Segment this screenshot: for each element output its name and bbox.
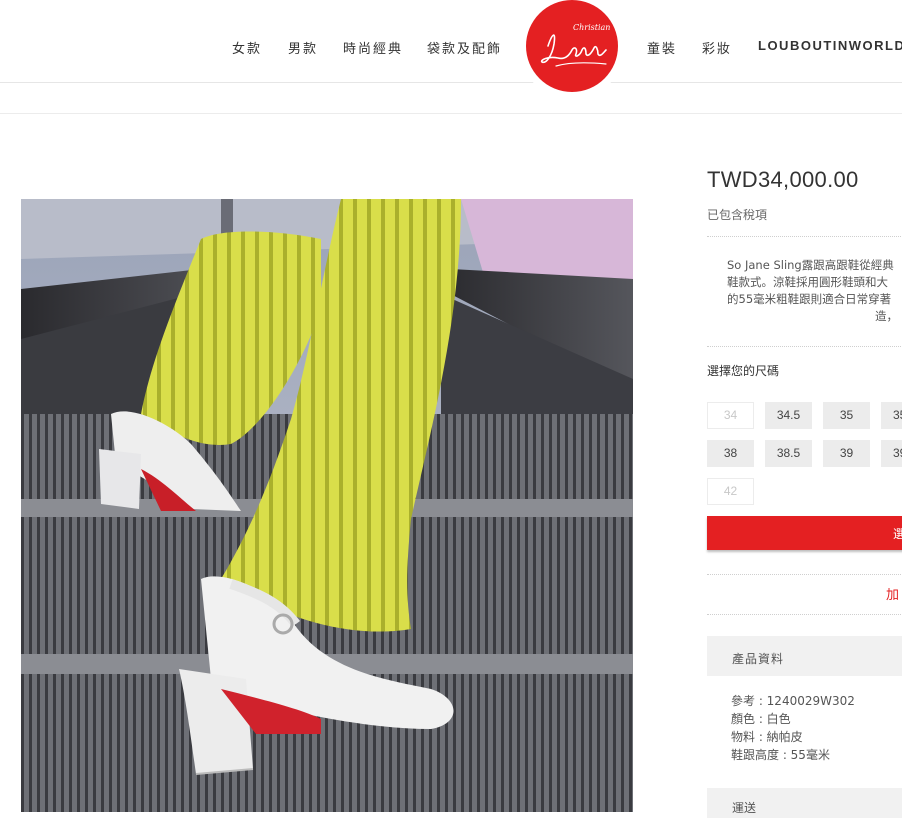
logo-top-text: Christian: [573, 23, 610, 32]
select-size-button[interactable]: 選: [707, 516, 902, 550]
product-color: 顏色 : 白色: [731, 712, 791, 726]
nav-women[interactable]: 女款: [232, 38, 262, 57]
shipping-title: 運送: [732, 801, 757, 815]
add-to-wishlist-link[interactable]: 加: [886, 584, 900, 603]
product-info-title: 產品資料: [732, 652, 785, 666]
product-material: 物料 : 納帕皮: [731, 730, 803, 744]
size-option-35[interactable]: 35: [823, 402, 870, 429]
divider: [707, 574, 902, 575]
size-option-34[interactable]: 34: [707, 402, 754, 429]
size-option-39[interactable]: 39: [823, 440, 870, 467]
size-option-39-5[interactable]: 39: [881, 440, 902, 467]
nav-louboutinworld[interactable]: LOUBOUTINWORLD: [758, 38, 902, 53]
select-size-label: 選: [893, 527, 902, 541]
site-header: 女款 男款 時尚經典 袋款及配飾 童裝 彩妝 LOUBOUTINWORLD: [0, 0, 902, 83]
header-divider: [0, 113, 902, 114]
nav-men[interactable]: 男款: [288, 38, 318, 57]
divider: [707, 236, 902, 237]
product-description: So Jane Sling露跟高跟鞋從經典 鞋款式。涼鞋採用圓形鞋頭和大 的55…: [727, 257, 902, 325]
size-option-38-5[interactable]: 38.5: [765, 440, 812, 467]
product-price: TWD34,000.00: [707, 167, 859, 192]
product-reference: 參考 : 1240029W302: [731, 694, 855, 708]
tax-note: 已包含稅項: [707, 208, 768, 222]
nav-beauty[interactable]: 彩妝: [702, 38, 732, 57]
size-label: 選擇您的尺碼: [707, 364, 780, 378]
size-option-34-5[interactable]: 34.5: [765, 402, 812, 429]
louboutin-logo[interactable]: Christian: [526, 0, 618, 92]
description-line: 鞋款式。涼鞋採用圓形鞋頭和大: [727, 275, 888, 289]
description-line: 造，: [875, 309, 898, 323]
divider: [707, 346, 902, 347]
product-image[interactable]: [21, 199, 633, 812]
size-option-38[interactable]: 38: [707, 440, 754, 467]
product-heel-height: 鞋跟高度 : 55毫米: [731, 748, 830, 762]
size-option-42[interactable]: 42: [707, 478, 754, 505]
product-info-header[interactable]: 產品資料: [707, 636, 902, 676]
divider: [707, 614, 902, 615]
nav-bags-accessories[interactable]: 袋款及配飾: [427, 38, 502, 57]
description-line: So Jane Sling露跟高跟鞋從經典: [727, 258, 894, 272]
shipping-header[interactable]: 運送: [707, 788, 902, 818]
description-line: 的55毫米粗鞋跟則適合日常穿著: [727, 292, 892, 306]
size-option-35-5[interactable]: 35: [881, 402, 902, 429]
nav-classics[interactable]: 時尚經典: [343, 38, 403, 57]
nav-kids[interactable]: 童裝: [647, 38, 677, 57]
